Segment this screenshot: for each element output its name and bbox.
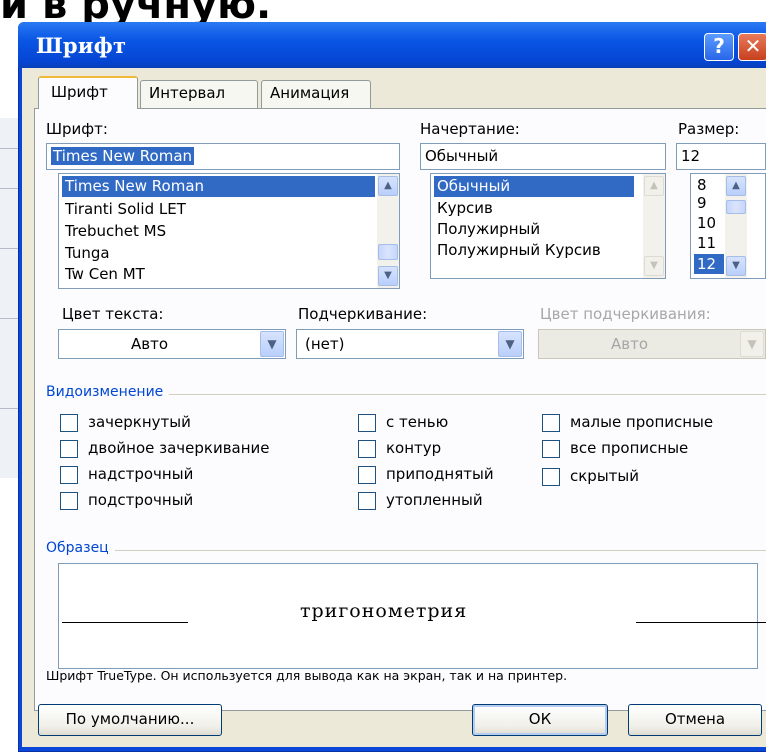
sample-baseline-left [62, 622, 188, 623]
font-list-scrollbar[interactable]: ▲ ▼ [377, 174, 399, 288]
size-list[interactable]: 8 9 10 11 12 ▲ ▼ [690, 173, 766, 279]
sample-divider [46, 550, 766, 551]
down-arrow-icon: ▼ [644, 256, 664, 276]
all-caps-checkbox[interactable] [542, 440, 560, 458]
list-item[interactable]: Полужирный [434, 219, 543, 240]
list-item[interactable]: Tiranti Solid LET [62, 199, 189, 220]
subscript-label[interactable]: подстрочный [88, 491, 193, 509]
font-list[interactable]: Times New Roman Tiranti Solid LET Trebuc… [58, 173, 400, 289]
all-caps-label[interactable]: все прописные [570, 439, 688, 457]
style-list[interactable]: Обычный Курсив Полужирный Полужирный Кур… [430, 173, 666, 279]
size-label: Размер: [678, 120, 740, 138]
list-item[interactable]: Курсив [434, 198, 496, 219]
list-item[interactable]: Times New Roman [62, 176, 375, 197]
font-type-note: Шрифт TrueType. Он используется для выво… [46, 668, 568, 683]
title-bar[interactable] [18, 22, 766, 68]
chevron-down-icon[interactable]: ▼ [260, 331, 284, 357]
style-list-scrollbar[interactable]: ▲ ▼ [643, 174, 665, 278]
hidden-label[interactable]: скрытый [570, 467, 639, 485]
up-arrow-icon[interactable]: ▲ [378, 176, 398, 196]
font-input-value: Times New Roman [51, 147, 195, 165]
underline-color-value: Авто [611, 335, 649, 353]
strikethrough-checkbox[interactable] [60, 414, 78, 432]
underline-color-select: Авто ▼ [538, 329, 766, 359]
small-caps-checkbox[interactable] [542, 414, 560, 432]
effects-group-title: Видоизменение [46, 384, 170, 400]
list-item[interactable]: 11 [694, 234, 719, 252]
emboss-checkbox[interactable] [358, 466, 376, 484]
down-arrow-icon[interactable]: ▼ [378, 266, 398, 286]
text-color-select[interactable]: Авто ▼ [58, 329, 286, 359]
text-color-value: Авто [131, 335, 169, 353]
underline-value: (нет) [305, 335, 345, 353]
font-label: Шрифт: [46, 120, 108, 138]
scroll-thumb[interactable] [378, 244, 398, 260]
sample-group-title: Образец [46, 540, 115, 556]
text-color-label: Цвет текста: [62, 305, 164, 323]
shadow-checkbox[interactable] [358, 414, 376, 432]
list-item[interactable]: 9 [694, 194, 710, 212]
list-item[interactable]: 8 [694, 176, 710, 194]
default-button[interactable]: По умолчанию... [38, 704, 222, 736]
strikethrough-label[interactable]: зачеркнутый [88, 413, 191, 431]
dialog-title: Шрифт [36, 33, 127, 58]
underline-select[interactable]: (нет) ▼ [296, 329, 524, 359]
down-arrow-icon[interactable]: ▼ [726, 256, 746, 276]
superscript-label[interactable]: надстрочный [88, 465, 193, 483]
shadow-label[interactable]: с тенью [386, 413, 448, 431]
up-arrow-icon[interactable]: ▲ [726, 176, 746, 196]
emboss-label[interactable]: приподнятый [386, 465, 494, 483]
superscript-checkbox[interactable] [60, 466, 78, 484]
sample-text: тригонометрия [300, 600, 468, 622]
outline-checkbox[interactable] [358, 440, 376, 458]
subscript-checkbox[interactable] [60, 492, 78, 510]
engrave-label[interactable]: утопленный [386, 491, 483, 509]
tab-font[interactable]: Шрифт [38, 76, 138, 109]
double-strikethrough-checkbox[interactable] [60, 440, 78, 458]
size-list-scrollbar[interactable]: ▲ ▼ [725, 174, 747, 278]
ok-button[interactable]: ОК [472, 704, 608, 736]
size-input[interactable]: 12 [676, 143, 766, 170]
outline-label[interactable]: контур [386, 439, 441, 457]
underline-label: Подчеркивание: [298, 305, 428, 323]
help-button[interactable]: ? [704, 33, 734, 61]
list-item[interactable]: Tw Cen MT [62, 264, 148, 285]
up-arrow-icon: ▲ [644, 176, 664, 196]
small-caps-label[interactable]: малые прописные [570, 413, 713, 431]
tab-animation[interactable]: Анимация [261, 80, 371, 108]
list-item[interactable]: Tunga [62, 243, 113, 264]
list-item[interactable]: Обычный [434, 176, 634, 197]
list-item[interactable]: 10 [694, 214, 719, 232]
style-input[interactable]: Обычный [420, 143, 666, 170]
font-input[interactable]: Times New Roman [46, 143, 400, 170]
sample-baseline-right [636, 622, 766, 623]
list-item[interactable]: 12 [694, 254, 724, 274]
double-strikethrough-label[interactable]: двойное зачеркивание [88, 439, 270, 457]
chevron-down-icon[interactable]: ▼ [498, 331, 522, 357]
list-item[interactable]: Полужирный Курсив [434, 240, 604, 261]
underline-color-label: Цвет подчеркивания: [540, 305, 711, 323]
hidden-checkbox[interactable] [542, 468, 560, 486]
scroll-thumb[interactable] [726, 200, 746, 214]
list-item[interactable]: Trebuchet MS [62, 221, 169, 242]
style-label: Начертание: [420, 120, 520, 138]
cancel-button[interactable]: Отмена [628, 704, 762, 736]
chevron-down-icon: ▼ [740, 331, 764, 357]
close-button[interactable]: ✕ [738, 33, 766, 61]
tab-spacing[interactable]: Интервал [140, 80, 258, 108]
engrave-checkbox[interactable] [358, 492, 376, 510]
